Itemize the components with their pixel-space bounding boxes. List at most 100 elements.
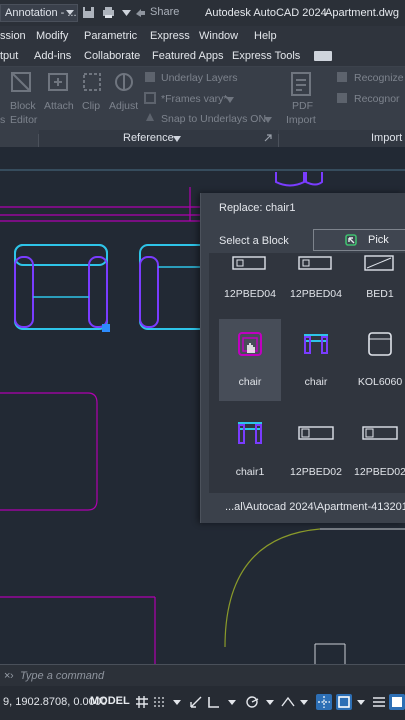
block-thumb-12pbed02-a[interactable]: 12PBED02: [285, 413, 347, 483]
block-name: chair: [304, 376, 328, 388]
block-thumb-kol6060[interactable]: KOL6060: [349, 319, 405, 401]
recognize-options-icon: [337, 93, 347, 103]
blocks-palette: Replace: chair1 Select a Block Pick 12PB…: [200, 193, 405, 523]
chair-thumbnail-icon: [238, 332, 262, 356]
command-prompt-icon: ›: [10, 670, 14, 682]
save-icon[interactable]: [82, 6, 95, 19]
menu-item-parametric[interactable]: Parametric: [84, 30, 137, 42]
bed-thumbnail-icon: [232, 256, 266, 270]
library-path: ...al\Autocad 2024\Apartment-413201.dw: [225, 501, 405, 513]
ribbon-tab-bar: tput Add-ins Collaborate Featured Apps E…: [0, 46, 405, 67]
recognize-button[interactable]: Recognize: [354, 72, 404, 84]
command-line: × ›: [0, 664, 405, 686]
block-thumb-chair1[interactable]: chair1: [219, 413, 281, 483]
reference-panel-title[interactable]: Reference: [39, 130, 278, 147]
import-panel-title[interactable]: Import: [279, 130, 405, 147]
snap-underlays-select[interactable]: Snap to Underlays ON: [161, 113, 266, 125]
menu-bar: ssion Modify Parametric Express Window H…: [0, 26, 405, 46]
block-thumb-chair-a[interactable]: chair: [219, 319, 281, 401]
share-icon: [136, 8, 145, 17]
chevron-down-icon: [264, 117, 272, 123]
object-snap-tracking-icon[interactable]: [316, 694, 332, 710]
attach-button[interactable]: Attach: [44, 100, 74, 112]
ortho-icon[interactable]: [206, 694, 222, 710]
app-title: Autodesk AutoCAD 2024: [205, 7, 327, 19]
status-bar: 9, 1902.8708, 0.0000 MODEL: [0, 686, 405, 720]
chevron-down-icon[interactable]: [262, 694, 278, 710]
lineweight-icon[interactable]: [371, 694, 387, 710]
tab-express-tools[interactable]: Express Tools: [232, 50, 300, 62]
isodraft-icon[interactable]: [280, 694, 296, 710]
adjust-icon: [115, 73, 133, 91]
chevron-down-icon: [226, 97, 234, 103]
block-editor-icon: [11, 72, 31, 92]
command-input[interactable]: [20, 668, 390, 684]
block-thumbnail-grid: 12PBED04 12PBED04 BED1 chair chair KOL60…: [209, 253, 405, 493]
infer-constraints-icon[interactable]: [188, 694, 204, 710]
ribbon-tab-more-icon[interactable]: [314, 51, 332, 61]
pick-icon: [345, 234, 357, 246]
block-name: 12PBED02: [354, 466, 405, 478]
reference-panel-label: Reference: [123, 132, 174, 144]
chevron-down-icon[interactable]: [353, 694, 369, 710]
print-icon[interactable]: [102, 6, 115, 19]
chair-block-1[interactable]: [14, 244, 110, 332]
underlay-layers-icon: [145, 72, 155, 82]
block-thumb-bed1[interactable]: BED1: [349, 253, 405, 309]
pdf-import-icon: [291, 72, 311, 96]
frames-icon: [144, 92, 156, 104]
chevron-down-icon[interactable]: [169, 694, 185, 710]
chevron-down-icon[interactable]: [224, 694, 240, 710]
title-bar: Annotation - ... Share Autodesk AutoCAD …: [0, 0, 405, 26]
attach-icon: [48, 73, 68, 91]
block-editor-prefix: s: [0, 114, 6, 126]
tab-collaborate[interactable]: Collaborate: [84, 50, 140, 62]
clip-icon: [83, 73, 101, 91]
share-button[interactable]: Share: [135, 6, 179, 18]
recognize-icon: [337, 72, 347, 82]
polar-tracking-icon[interactable]: [244, 694, 260, 710]
block-thumb-12pbed04-b[interactable]: 12PBED04: [285, 253, 347, 309]
object-snap-icon[interactable]: [336, 694, 352, 710]
workspace-select[interactable]: Annotation - ...: [0, 4, 78, 22]
bed-thumbnail-icon: [298, 426, 334, 440]
pdf-import-label-1[interactable]: PDF: [292, 100, 313, 112]
model-space-button[interactable]: MODEL: [90, 695, 130, 707]
chair-thumbnail-icon: [304, 334, 328, 354]
menu-item-window[interactable]: Window: [199, 30, 238, 42]
underlay-layers-button[interactable]: Underlay Layers: [161, 72, 237, 84]
import-panel-label: Import: [371, 132, 403, 144]
clip-button[interactable]: Clip: [82, 100, 100, 112]
block-editor-label-2[interactable]: Editor: [10, 114, 37, 126]
block-name: KOL6060: [357, 376, 403, 388]
quick-access-dropdown-icon[interactable]: [120, 6, 133, 19]
block-name: 12PBED04: [290, 288, 342, 300]
chevron-down-icon: [173, 136, 181, 142]
tab-add-ins[interactable]: Add-ins: [34, 50, 71, 62]
block-thumb-12pbed04-a[interactable]: 12PBED04: [219, 253, 281, 309]
frames-vary-select[interactable]: *Frames vary*: [161, 93, 228, 105]
menu-item-modify[interactable]: Modify: [36, 30, 68, 42]
menu-item-express[interactable]: Express: [150, 30, 190, 42]
menu-item-help[interactable]: Help: [254, 30, 277, 42]
block-thumb-chair-b[interactable]: chair: [285, 319, 347, 401]
document-title: Apartment.dwg: [325, 7, 399, 19]
snap-underlays-icon: [146, 113, 154, 121]
armchair-thumbnail-icon: [368, 332, 392, 356]
panel-expand-icon[interactable]: [264, 134, 272, 142]
recognize-options-button[interactable]: Recognor: [354, 93, 400, 105]
chevron-down-icon[interactable]: [296, 694, 312, 710]
block-editor-label-1[interactable]: Block: [10, 100, 36, 112]
pdf-import-label-2[interactable]: Import: [286, 114, 316, 126]
pick-button[interactable]: Pick: [313, 229, 405, 251]
tab-featured-apps[interactable]: Featured Apps: [152, 50, 224, 62]
snap-icon[interactable]: [152, 694, 168, 710]
pick-label: Pick: [368, 234, 389, 246]
tab-output[interactable]: tput: [0, 50, 18, 62]
block-name: 12PBED02: [290, 466, 342, 478]
block-thumb-12pbed02-b[interactable]: 12PBED02: [349, 413, 405, 483]
adjust-button[interactable]: Adjust: [109, 100, 138, 112]
menu-item-dimension[interactable]: ssion: [0, 30, 26, 42]
transparency-icon[interactable]: [389, 694, 405, 710]
grid-icon[interactable]: [134, 694, 150, 710]
